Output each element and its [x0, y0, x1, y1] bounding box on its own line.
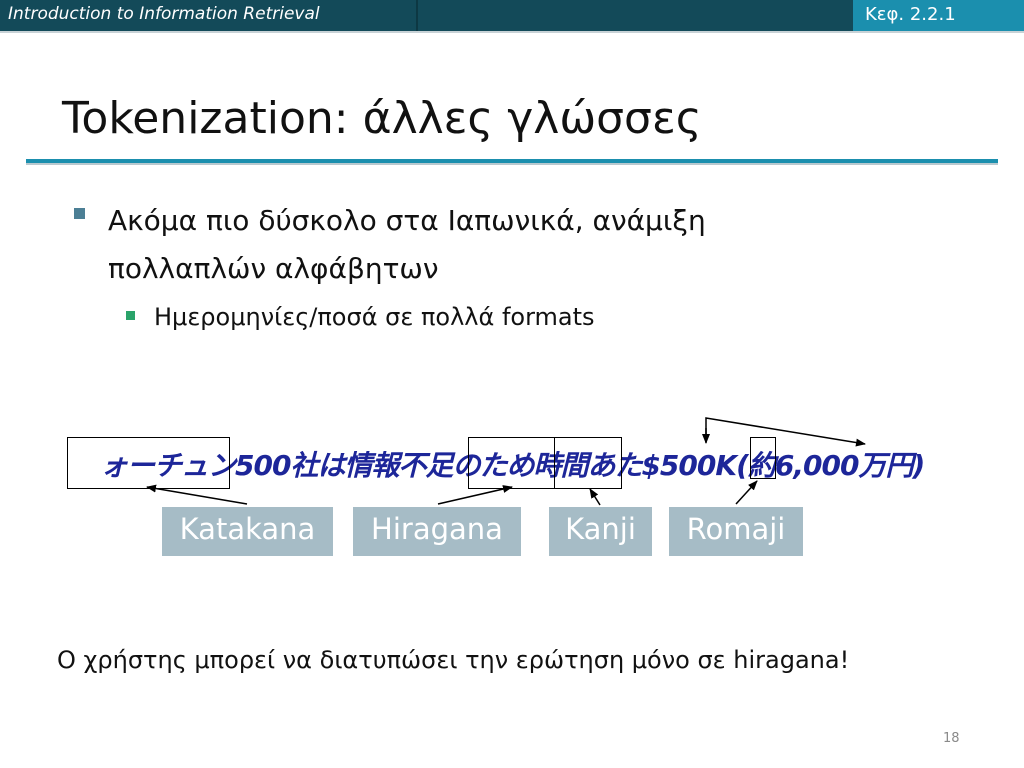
romaji-arrow — [735, 480, 758, 505]
footer-note: Ο χρήστης μπορεί να διατυπώσει την ερώτη… — [57, 646, 850, 674]
hiragana-arrow — [437, 485, 513, 505]
label-romaji: Romaji — [669, 507, 803, 556]
romaji-bracket-top — [705, 417, 866, 447]
katakana-arrow — [146, 484, 248, 505]
label-katakana: Katakana — [162, 507, 333, 556]
label-kanji: Kanji — [549, 507, 652, 556]
label-hiragana: Hiragana — [353, 507, 521, 556]
kanji-arrow — [589, 488, 601, 506]
page-number: 18 — [943, 731, 960, 746]
